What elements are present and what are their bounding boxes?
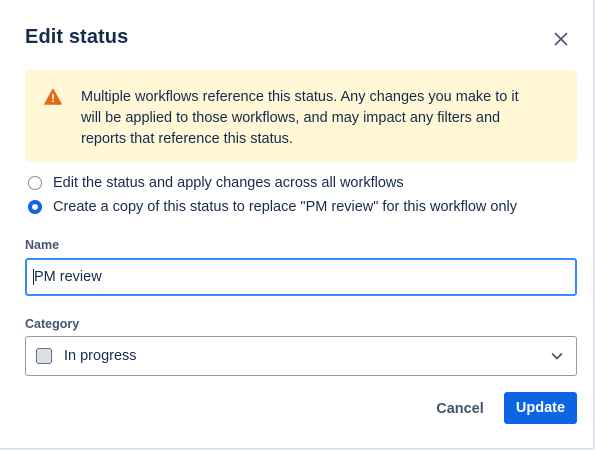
warning-icon (44, 88, 62, 105)
category-label: Category (25, 317, 80, 331)
close-icon (554, 32, 568, 46)
name-value: PM review (34, 269, 102, 285)
warning-message: Multiple workflows reference this status… (81, 87, 561, 150)
dialog-title: Edit status (25, 26, 129, 48)
option-edit-all-workflows[interactable]: Edit the status and apply changes across… (28, 175, 404, 191)
category-select[interactable]: In progress (25, 336, 577, 376)
name-label: Name (25, 238, 60, 252)
option-label: Edit the status and apply changes across… (53, 175, 404, 191)
option-create-copy[interactable]: Create a copy of this status to replace … (28, 199, 517, 215)
category-value: In progress (64, 348, 137, 364)
edit-status-dialog: Edit status Multiple workflows reference… (0, 0, 594, 449)
warning-line: reports that reference this status. (81, 131, 293, 147)
category-swatch (36, 348, 52, 364)
chevron-down-icon (551, 353, 563, 360)
radio-checked[interactable] (28, 200, 42, 214)
name-input[interactable]: PM review (25, 258, 577, 296)
cancel-button[interactable]: Cancel (426, 393, 494, 425)
radio-unchecked[interactable] (28, 176, 42, 190)
close-button[interactable] (546, 24, 576, 54)
warning-line: will be applied to those workflows, and … (81, 110, 501, 126)
update-button[interactable]: Update (504, 392, 577, 424)
option-label: Create a copy of this status to replace … (53, 199, 518, 215)
warning-line: Multiple workflows reference this status… (81, 89, 519, 105)
warning-banner: Multiple workflows reference this status… (25, 70, 577, 162)
